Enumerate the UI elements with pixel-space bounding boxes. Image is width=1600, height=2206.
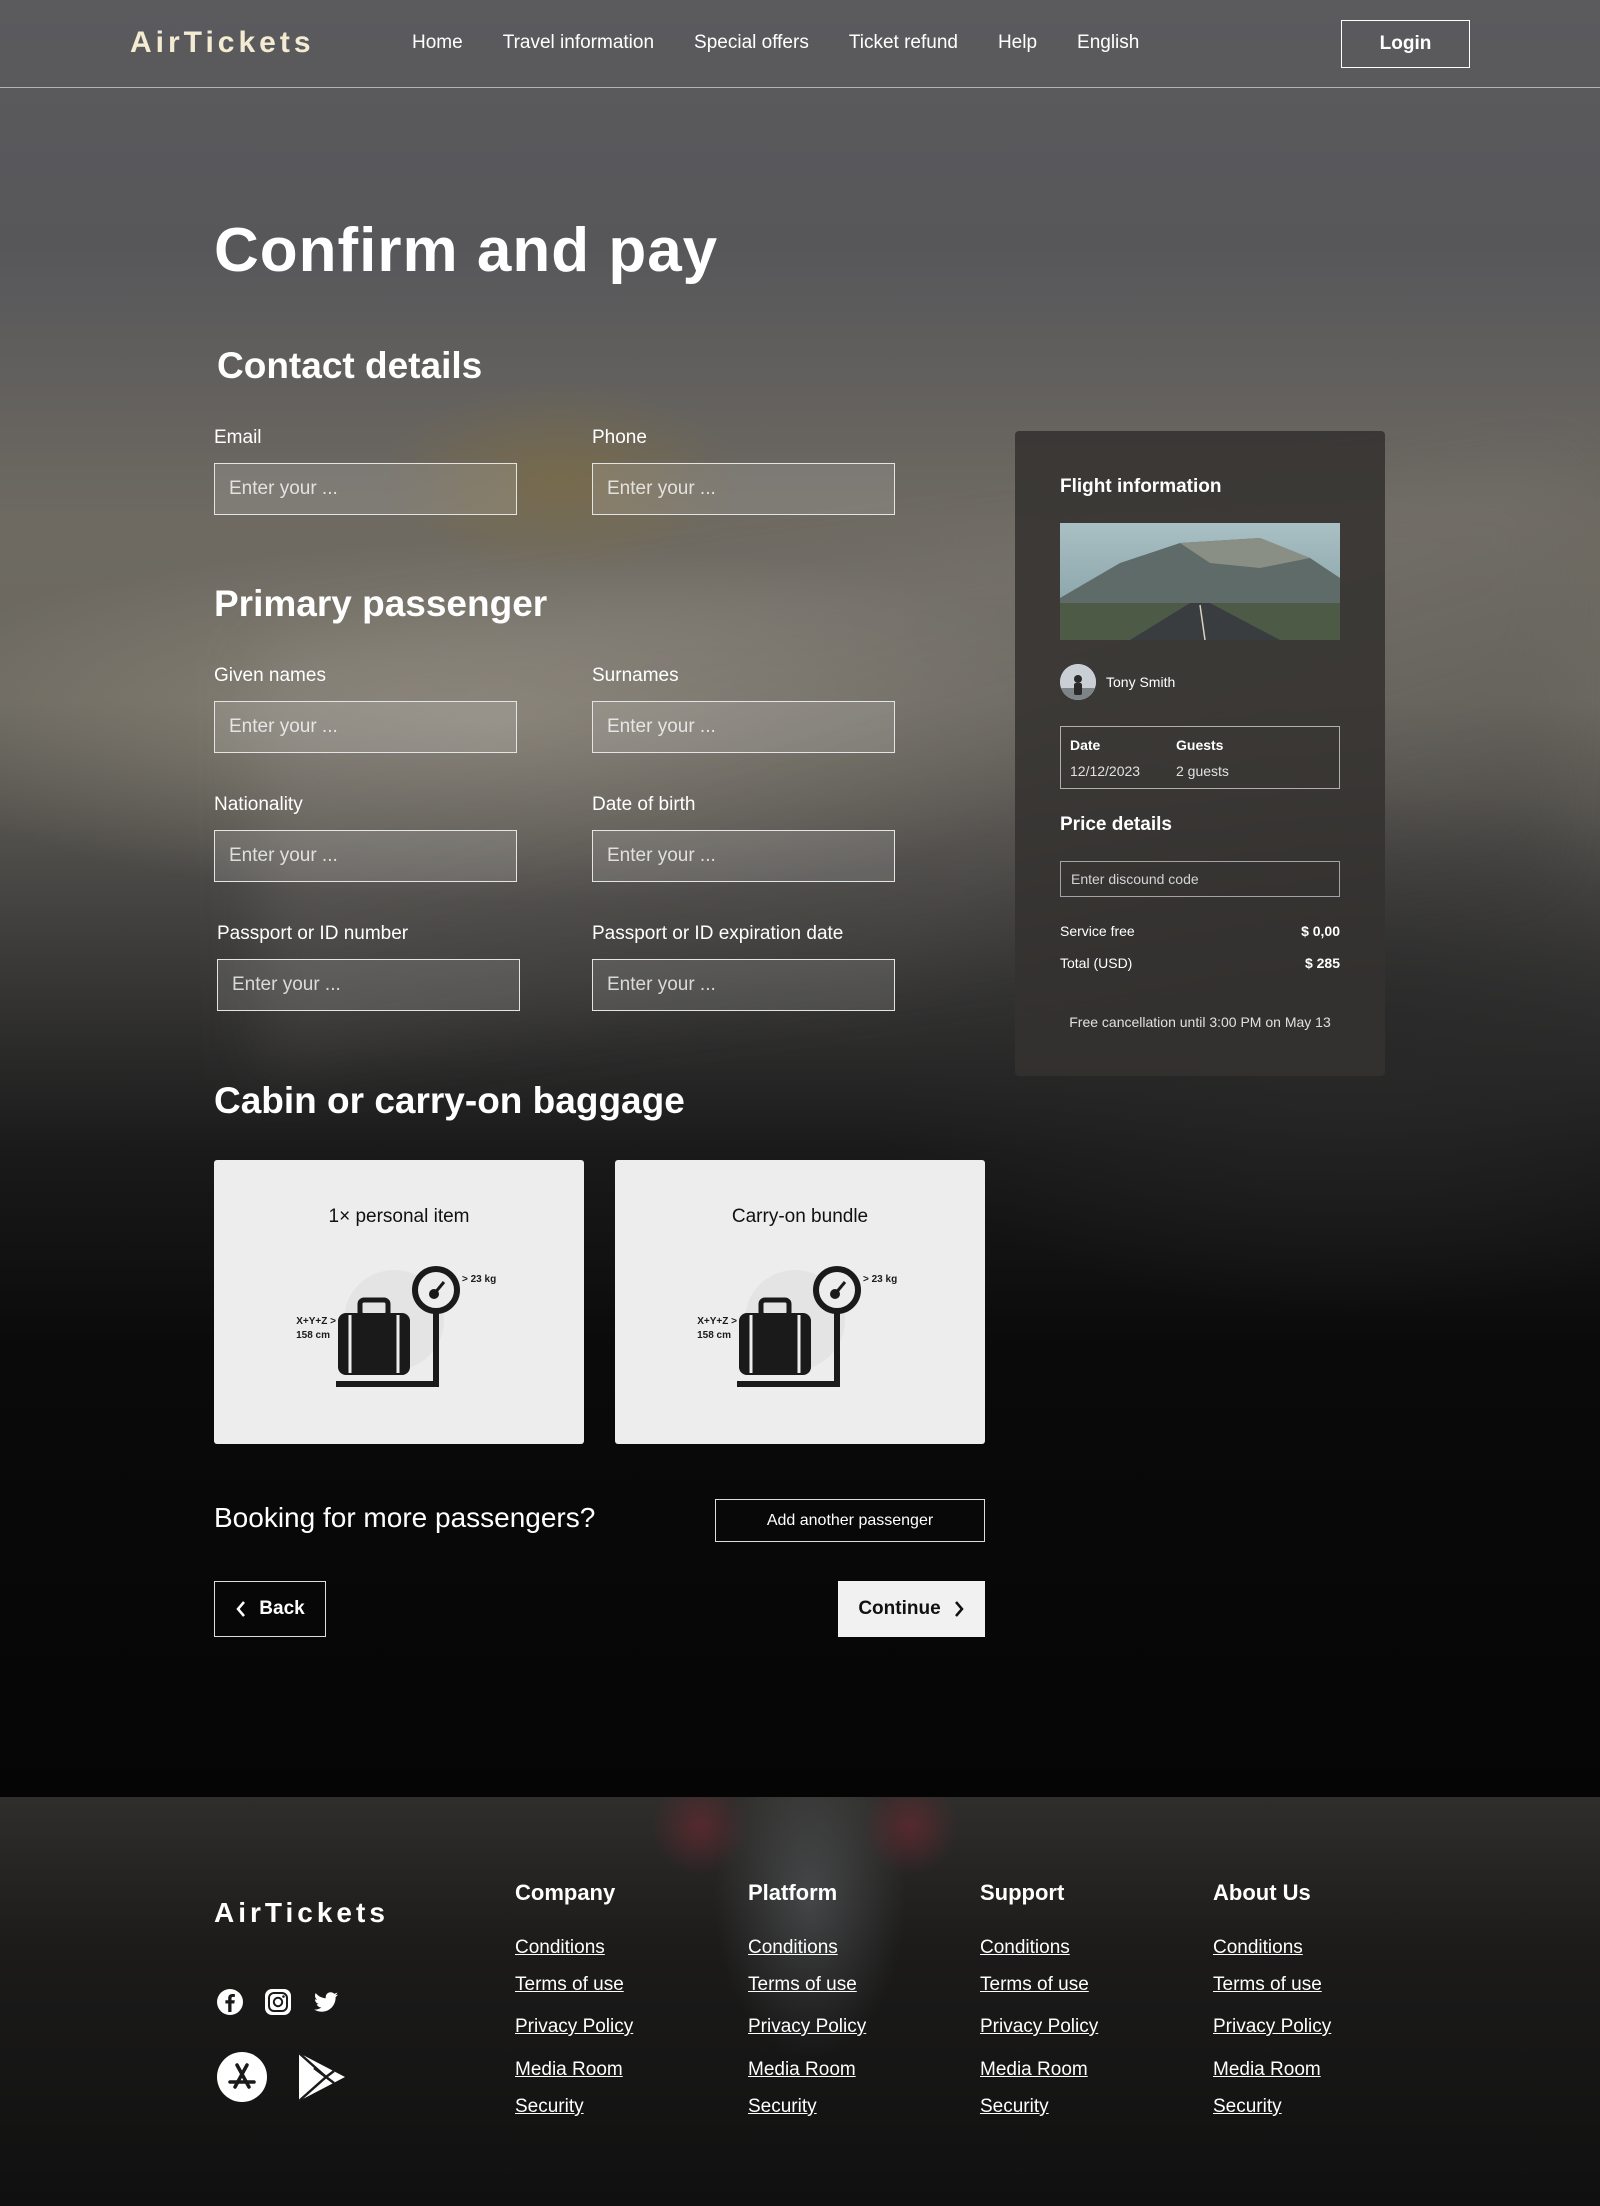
chevron-right-icon bbox=[954, 1601, 964, 1617]
footer-link-terms[interactable]: Terms of use bbox=[515, 1974, 624, 1996]
flight-information-title: Flight information bbox=[1060, 476, 1222, 497]
footer-link-media-room[interactable]: Media Room bbox=[515, 2059, 623, 2081]
main-nav: Home Travel information Special offers T… bbox=[412, 32, 1139, 54]
footer-link-privacy[interactable]: Privacy Policy bbox=[980, 2016, 1098, 2038]
footer-link-terms[interactable]: Terms of use bbox=[1213, 1974, 1322, 1996]
guests-value: 2 guests bbox=[1176, 763, 1229, 779]
chevron-left-icon bbox=[236, 1601, 246, 1617]
nav-home[interactable]: Home bbox=[412, 32, 463, 54]
instagram-icon[interactable] bbox=[264, 1988, 292, 2016]
flight-information-card: Flight information Tony Smith Date 12/12… bbox=[1015, 431, 1385, 1076]
guests-label: Guests bbox=[1176, 737, 1224, 753]
footer-column-title: Company bbox=[515, 1880, 616, 1905]
footer-link-security[interactable]: Security bbox=[1213, 2096, 1282, 2118]
continue-button[interactable]: Continue bbox=[838, 1581, 985, 1637]
weight-limit-label: > 23 kg bbox=[863, 1274, 897, 1285]
continue-button-label: Continue bbox=[858, 1598, 941, 1619]
login-button[interactable]: Login bbox=[1341, 20, 1470, 68]
date-value: 12/12/2023 bbox=[1070, 763, 1141, 779]
back-button[interactable]: Back bbox=[214, 1581, 326, 1637]
site-logo[interactable]: AirTickets bbox=[130, 26, 315, 60]
nav-travel-information[interactable]: Travel information bbox=[503, 32, 654, 54]
back-button-label: Back bbox=[259, 1598, 305, 1619]
weight-limit-label: > 23 kg bbox=[462, 1274, 496, 1285]
footer-link-conditions[interactable]: Conditions bbox=[748, 1937, 838, 1959]
baggage-option-carry-on-bundle[interactable]: Carry-on bundle > 23 kg X+Y+Z > 158 cm bbox=[615, 1160, 985, 1444]
footer-link-terms[interactable]: Terms of use bbox=[980, 1974, 1089, 1996]
baggage-option-title: Carry-on bundle bbox=[731, 1206, 869, 1227]
footer-link-privacy[interactable]: Privacy Policy bbox=[515, 2016, 633, 2038]
footer-link-terms[interactable]: Terms of use bbox=[748, 1974, 857, 1996]
language-selector[interactable]: English bbox=[1077, 32, 1139, 54]
footer-link-conditions[interactable]: Conditions bbox=[515, 1937, 605, 1959]
cancellation-note: Free cancellation until 3:00 PM on May 1… bbox=[1069, 1014, 1331, 1030]
dimensions-label: X+Y+Z > bbox=[697, 1316, 737, 1327]
date-of-birth-field[interactable] bbox=[592, 830, 895, 882]
dimensions-value: 158 cm bbox=[296, 1330, 330, 1341]
date-of-birth-label: Date of birth bbox=[592, 794, 696, 815]
email-label: Email bbox=[214, 427, 262, 448]
total-value: $ 285 bbox=[1304, 955, 1340, 971]
footer-link-security[interactable]: Security bbox=[748, 2096, 817, 2118]
dimensions-value: 158 cm bbox=[697, 1330, 731, 1341]
passport-number-label: Passport or ID number bbox=[217, 923, 409, 944]
twitter-icon[interactable] bbox=[312, 1988, 340, 2016]
discount-code-field[interactable] bbox=[1060, 861, 1340, 897]
nav-ticket-refund[interactable]: Ticket refund bbox=[849, 32, 958, 54]
passport-expiration-field[interactable] bbox=[592, 959, 895, 1011]
footer-column-title: About Us bbox=[1213, 1880, 1311, 1905]
passenger-name: Tony Smith bbox=[1106, 674, 1176, 690]
passport-expiration-label: Passport or ID expiration date bbox=[592, 923, 844, 944]
luggage-scale-icon: > 23 kg X+Y+Z > 158 cm bbox=[296, 1266, 496, 1387]
total-label: Total (USD) bbox=[1060, 955, 1133, 971]
nationality-field[interactable] bbox=[214, 830, 517, 882]
given-names-label: Given names bbox=[214, 665, 326, 686]
facebook-icon[interactable] bbox=[216, 1988, 244, 2016]
footer-link-media-room[interactable]: Media Room bbox=[1213, 2059, 1321, 2081]
date-guests-summary: Date 12/12/2023 Guests 2 guests bbox=[1060, 726, 1340, 789]
phone-field[interactable] bbox=[592, 463, 895, 515]
top-header: AirTickets Home Travel information Speci… bbox=[0, 0, 1600, 88]
dimensions-label: X+Y+Z > bbox=[296, 1316, 336, 1327]
footer-column-title: Platform bbox=[748, 1880, 838, 1905]
footer-link-media-room[interactable]: Media Room bbox=[748, 2059, 856, 2081]
page-title: Confirm and pay bbox=[214, 216, 719, 285]
contact-details-heading: Contact details bbox=[217, 345, 483, 386]
surnames-field[interactable] bbox=[592, 701, 895, 753]
destination-photo bbox=[1060, 523, 1340, 640]
phone-label: Phone bbox=[592, 427, 647, 448]
baggage-option-personal-item[interactable]: 1× personal item > 23 kg X+Y+Z > 158 cm bbox=[214, 1160, 584, 1444]
email-field[interactable] bbox=[214, 463, 517, 515]
add-passenger-button[interactable]: Add another passenger bbox=[715, 1499, 985, 1542]
given-names-field[interactable] bbox=[214, 701, 517, 753]
date-label: Date bbox=[1070, 737, 1101, 753]
footer-link-security[interactable]: Security bbox=[980, 2096, 1049, 2118]
footer-link-security[interactable]: Security bbox=[515, 2096, 584, 2118]
surnames-label: Surnames bbox=[592, 665, 679, 686]
nav-help[interactable]: Help bbox=[998, 32, 1037, 54]
footer-column-title: Support bbox=[980, 1880, 1065, 1905]
avatar bbox=[1060, 664, 1096, 700]
more-passengers-heading: Booking for more passengers? bbox=[214, 1502, 596, 1533]
passport-number-field[interactable] bbox=[217, 959, 520, 1011]
baggage-option-title: 1× personal item bbox=[328, 1206, 470, 1227]
luggage-scale-icon: > 23 kg X+Y+Z > 158 cm bbox=[697, 1266, 897, 1387]
google-play-icon[interactable] bbox=[296, 2051, 348, 2103]
baggage-heading: Cabin or carry-on baggage bbox=[214, 1080, 685, 1121]
primary-passenger-heading: Primary passenger bbox=[214, 583, 548, 624]
footer-link-conditions[interactable]: Conditions bbox=[1213, 1937, 1303, 1959]
footer-link-media-room[interactable]: Media Room bbox=[980, 2059, 1088, 2081]
footer-link-privacy[interactable]: Privacy Policy bbox=[1213, 2016, 1331, 2038]
service-fee-label: Service free bbox=[1060, 923, 1135, 939]
footer-logo[interactable]: AirTickets bbox=[214, 1897, 389, 1929]
nav-special-offers[interactable]: Special offers bbox=[694, 32, 809, 54]
service-fee-value: $ 0,00 bbox=[1301, 923, 1340, 939]
footer-link-privacy[interactable]: Privacy Policy bbox=[748, 2016, 866, 2038]
app-store-icon[interactable] bbox=[216, 2051, 268, 2103]
nationality-label: Nationality bbox=[214, 794, 303, 815]
footer-link-conditions[interactable]: Conditions bbox=[980, 1937, 1070, 1959]
price-details-title: Price details bbox=[1060, 814, 1172, 835]
